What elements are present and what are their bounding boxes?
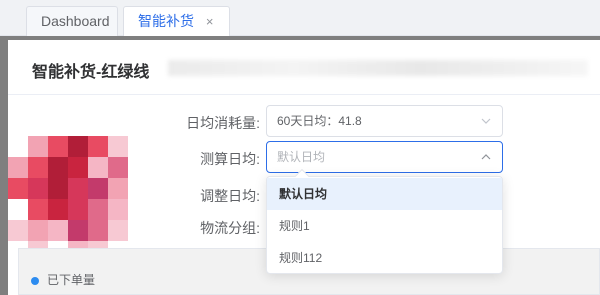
- mosaic-cell: [48, 178, 68, 199]
- dropdown-option-rule1[interactable]: 规则1: [267, 210, 502, 242]
- mosaic-cell: [8, 199, 28, 220]
- mosaic-cell: [48, 199, 68, 220]
- mosaic-cell: [8, 157, 28, 178]
- mosaic-cell: [108, 199, 128, 220]
- dropdown-option-default[interactable]: 默认日均: [267, 178, 502, 210]
- dialog-header: 智能补货-红绿线: [8, 40, 600, 95]
- mosaic-cell: [48, 136, 68, 157]
- mosaic-cell: [88, 199, 108, 220]
- mosaic-cell: [8, 136, 28, 157]
- calc-daily-dropdown: 默认日均 规则1 规则112: [266, 168, 503, 274]
- list-item: 已下单量: [31, 271, 95, 288]
- mosaic-cell: [68, 220, 88, 241]
- mosaic-cell: [28, 136, 48, 157]
- tab-smart-replenish[interactable]: 智能补货 ×: [123, 6, 230, 37]
- mosaic-cell: [48, 157, 68, 178]
- status-dot-icon: [31, 276, 39, 285]
- mosaic-cell: [8, 220, 28, 241]
- mosaic-cell: [28, 199, 48, 220]
- mosaic-cell: [68, 178, 88, 199]
- daily-consumption-value: 60天日均：41.8: [277, 114, 362, 128]
- tab-smart-replenish-label: 智能补货: [138, 13, 194, 29]
- tab-dashboard[interactable]: Dashboard: [26, 6, 118, 36]
- list-item-label: 已下单量: [47, 273, 96, 287]
- mosaic-cell: [108, 136, 128, 157]
- adjust-daily-label: 调整日均:: [200, 188, 260, 204]
- mosaic-cell: [108, 178, 128, 199]
- mosaic-cell: [68, 199, 88, 220]
- mosaic-cell: [88, 157, 108, 178]
- mosaic-cell: [48, 220, 68, 241]
- tab-bar: Dashboard 智能补货 ×: [0, 0, 600, 37]
- mosaic-cell: [28, 178, 48, 199]
- calc-daily-placeholder: 默认日均: [277, 150, 326, 164]
- chevron-down-icon: [480, 115, 492, 127]
- dropdown-option-rule112[interactable]: 规则112: [267, 242, 502, 274]
- mosaic-cell: [88, 178, 108, 199]
- close-icon[interactable]: ×: [206, 8, 214, 36]
- mosaic-cell: [108, 220, 128, 241]
- mosaic-cell: [28, 157, 48, 178]
- redacted-title-detail: [168, 60, 588, 76]
- mosaic-cell: [68, 157, 88, 178]
- mosaic-cell: [8, 178, 28, 199]
- dialog-title: 智能补货-红绿线: [32, 64, 150, 81]
- logistics-group-label: 物流分组:: [200, 220, 260, 236]
- mosaic-cell: [88, 220, 108, 241]
- daily-consumption-select[interactable]: 60天日均：41.8: [266, 105, 503, 137]
- mosaic-cell: [88, 136, 108, 157]
- chevron-up-icon: [480, 151, 492, 163]
- mosaic-cell: [68, 136, 88, 157]
- mosaic-cell: [28, 220, 48, 241]
- daily-consumption-label: 日均消耗量:: [186, 115, 260, 131]
- product-image: [8, 136, 128, 262]
- tab-dashboard-label: Dashboard: [41, 13, 110, 29]
- mosaic-cell: [108, 157, 128, 178]
- calc-daily-label: 测算日均:: [200, 151, 260, 167]
